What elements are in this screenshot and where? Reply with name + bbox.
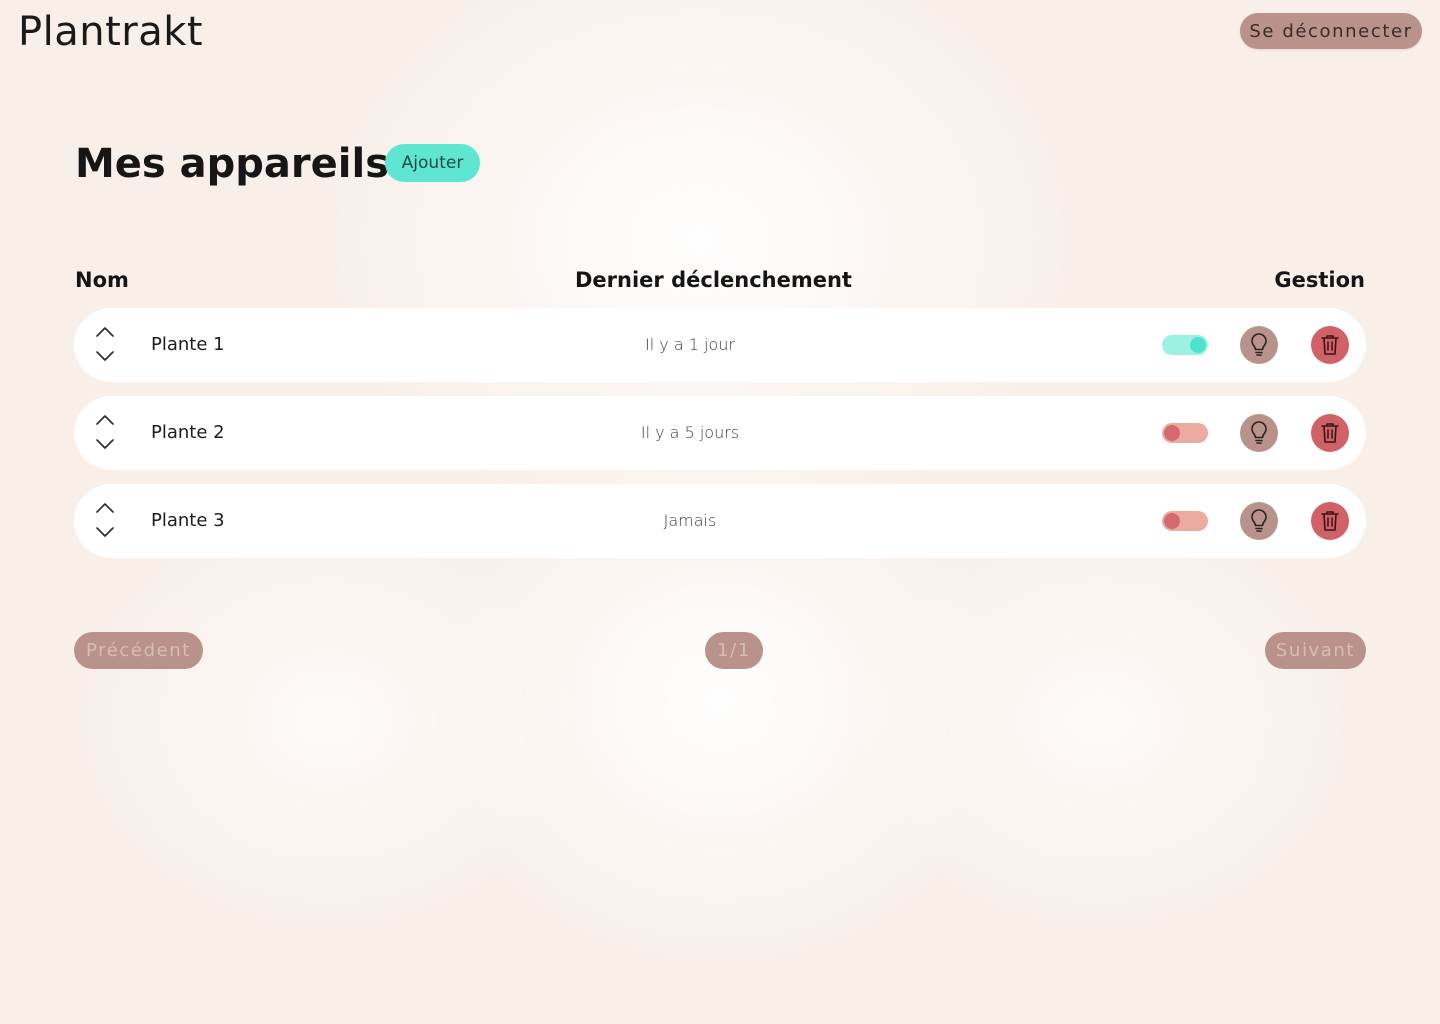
column-header-name: Nom (75, 268, 129, 292)
sort-controls (94, 323, 116, 367)
delete-button[interactable] (1311, 326, 1349, 364)
delete-button[interactable] (1311, 502, 1349, 540)
device-name: Plante 1 (151, 334, 225, 355)
page-title: Mes appareils (75, 141, 390, 187)
next-page-button[interactable]: Suivant (1265, 632, 1366, 669)
toggle-knob (1190, 337, 1206, 353)
trash-icon (1321, 423, 1339, 443)
trash-icon (1321, 335, 1339, 355)
lightbulb-icon (1251, 333, 1267, 356)
toggle-knob (1164, 513, 1180, 529)
sort-controls (94, 499, 116, 543)
chevron-up-icon[interactable] (94, 501, 116, 515)
device-row: Plante 1 Il y a 1 jour (74, 308, 1366, 382)
device-row: Plante 3 Jamais (74, 484, 1366, 558)
lightbulb-button[interactable] (1240, 414, 1278, 452)
sort-controls (94, 411, 116, 455)
last-trigger: Il y a 1 jour (645, 335, 735, 354)
device-row: Plante 2 Il y a 5 jours (74, 396, 1366, 470)
toggle-knob (1164, 425, 1180, 441)
lightbulb-icon (1251, 509, 1267, 532)
previous-page-button[interactable]: Précédent (74, 632, 203, 669)
trash-icon (1321, 511, 1339, 531)
chevron-down-icon[interactable] (94, 349, 116, 363)
device-list: Plante 1 Il y a 1 jour Plante 2 Il y a 5… (74, 308, 1366, 572)
lightbulb-button[interactable] (1240, 502, 1278, 540)
column-header-management: Gestion (1274, 268, 1365, 292)
device-toggle[interactable] (1162, 511, 1208, 531)
device-toggle[interactable] (1162, 335, 1208, 355)
page-indicator: 1/1 (705, 632, 763, 669)
app-title: Plantrakt (18, 9, 204, 55)
chevron-down-icon[interactable] (94, 525, 116, 539)
device-toggle[interactable] (1162, 423, 1208, 443)
chevron-up-icon[interactable] (94, 413, 116, 427)
chevron-down-icon[interactable] (94, 437, 116, 451)
add-device-button[interactable]: Ajouter (385, 144, 480, 182)
last-trigger: Il y a 5 jours (640, 423, 740, 442)
lightbulb-button[interactable] (1240, 326, 1278, 364)
chevron-up-icon[interactable] (94, 325, 116, 339)
lightbulb-icon (1251, 421, 1267, 444)
device-name: Plante 2 (151, 422, 225, 443)
column-header-last-trigger: Dernier déclenchement (575, 268, 852, 292)
device-name: Plante 3 (151, 510, 225, 531)
logout-button[interactable]: Se déconnecter (1240, 13, 1422, 49)
delete-button[interactable] (1311, 414, 1349, 452)
last-trigger: Jamais (663, 511, 717, 530)
